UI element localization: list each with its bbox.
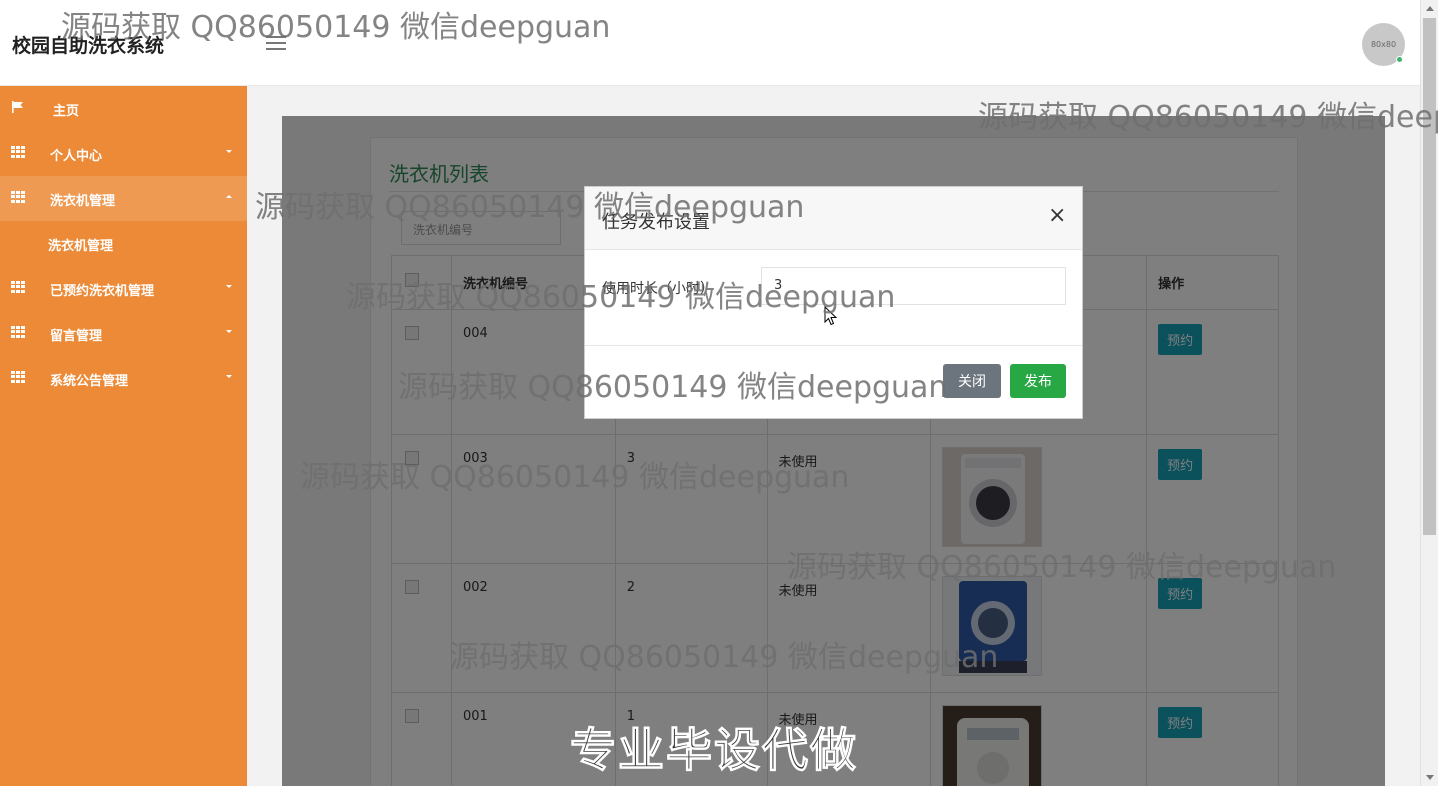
watermark-banner: 专业毕设代做 xyxy=(570,723,858,778)
sidebar-item-booked-washers[interactable]: 已预约洗衣机管理 xyxy=(0,266,247,311)
chevron-down-icon xyxy=(226,330,232,333)
close-icon[interactable]: × xyxy=(1048,205,1066,227)
sidebar-item-label: 主页 xyxy=(53,104,80,119)
sidebar-item-label: 留言管理 xyxy=(50,329,103,344)
scroll-up-icon[interactable] xyxy=(1426,6,1434,11)
sidebar-subitem-label: 洗衣机管理 xyxy=(48,239,114,254)
menu-toggle-icon[interactable] xyxy=(266,36,286,52)
vertical-scrollbar[interactable] xyxy=(1420,0,1438,786)
chevron-down-icon xyxy=(226,375,232,378)
close-button[interactable]: 关闭 xyxy=(943,364,1001,398)
dialog-header: 任务发布设置 × xyxy=(585,187,1082,250)
sidebar-item-messages[interactable]: 留言管理 xyxy=(0,311,247,356)
sidebar-item-home[interactable]: 主页 xyxy=(0,86,247,131)
grid-icon xyxy=(11,146,25,158)
chevron-up-icon xyxy=(226,195,232,198)
chevron-down-icon xyxy=(226,150,232,153)
sidebar-item-personal-center[interactable]: 个人中心 xyxy=(0,131,247,176)
grid-icon xyxy=(11,281,25,293)
chevron-down-icon xyxy=(226,285,232,288)
sidebar: 主页 个人中心 洗衣机管理 洗衣机管理 已预约洗衣机管理 留言管理 系统公告管理 xyxy=(0,86,247,786)
top-header: 校园自助洗衣系统 80x80 xyxy=(0,0,1420,86)
app-brand: 校园自助洗衣系统 xyxy=(12,35,165,57)
sidebar-item-label: 已预约洗衣机管理 xyxy=(50,284,155,299)
online-status-dot xyxy=(1396,56,1403,63)
scroll-thumb[interactable] xyxy=(1423,18,1436,535)
duration-label: 使用时长（小时） xyxy=(602,281,714,297)
flag-icon xyxy=(12,101,23,113)
task-publish-dialog: 任务发布设置 × 使用时长（小时） 3 关闭 发布 xyxy=(584,186,1083,419)
publish-button[interactable]: 发布 xyxy=(1010,364,1066,398)
mouse-cursor-icon xyxy=(824,306,838,326)
sidebar-item-label: 个人中心 xyxy=(50,149,103,164)
grid-icon xyxy=(11,326,25,338)
sidebar-item-washer-management[interactable]: 洗衣机管理 xyxy=(0,176,247,221)
grid-icon xyxy=(11,191,25,203)
duration-input[interactable]: 3 xyxy=(761,267,1066,305)
sidebar-subitem-washer-management[interactable]: 洗衣机管理 xyxy=(0,221,247,265)
sidebar-item-label: 洗衣机管理 xyxy=(50,194,116,209)
sidebar-item-announcements[interactable]: 系统公告管理 xyxy=(0,356,247,401)
dialog-title: 任务发布设置 xyxy=(602,212,710,233)
divider xyxy=(585,345,1082,346)
grid-icon xyxy=(11,371,25,383)
sidebar-item-label: 系统公告管理 xyxy=(50,374,129,389)
scroll-down-icon[interactable] xyxy=(1426,775,1434,780)
